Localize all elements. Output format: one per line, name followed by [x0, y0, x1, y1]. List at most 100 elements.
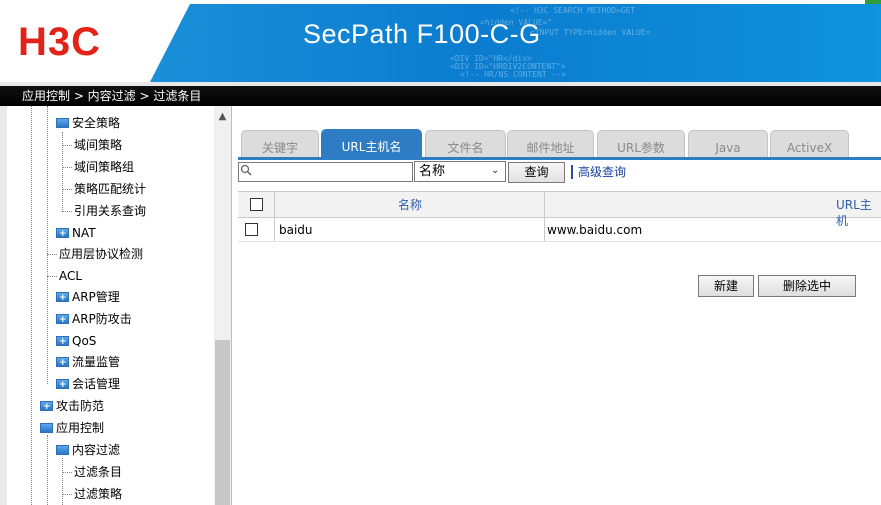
advanced-query-link[interactable]: 高级查询 — [578, 164, 626, 180]
tab-label: URL主机名 — [341, 140, 402, 154]
tab-label: ActiveX — [786, 141, 833, 155]
tree-line — [47, 254, 57, 255]
sidebar-item-alg[interactable]: 应用层协议检测 — [59, 244, 143, 264]
logo-area: H3C — [0, 0, 170, 82]
product-title: SecPath F100-C-G — [303, 19, 541, 49]
tab-email-address[interactable]: 邮件地址 — [507, 130, 594, 158]
tree-line — [62, 167, 72, 168]
sidebar-item-label: ARP防攻击 — [72, 312, 132, 326]
sidebar-item-filter-policy[interactable]: 过滤策略 — [74, 484, 122, 504]
folder-plus-icon — [56, 353, 69, 373]
sidebar-item-label: NAT — [72, 226, 96, 240]
sidebar-item-label: 内容过滤 — [72, 443, 121, 457]
sidebar-item-label: 会话管理 — [72, 377, 121, 391]
top-strip — [0, 0, 881, 4]
chevron-down-icon[interactable]: ⌄ — [491, 165, 499, 176]
sidebar-item-acl[interactable]: ACL — [59, 266, 82, 286]
tree-line — [62, 458, 63, 505]
sidebar-item-label: 策略匹配统计 — [74, 182, 147, 196]
sidebar-item-policy-match-stats[interactable]: 策略匹配统计 — [74, 179, 146, 199]
folder-plus-icon — [56, 310, 69, 330]
sidebar-item-reference-query[interactable]: 引用关系查询 — [74, 201, 146, 221]
tree-line — [62, 211, 72, 212]
sidebar-item-nat[interactable]: NAT — [56, 223, 96, 244]
scrollbar-thumb[interactable] — [215, 340, 230, 505]
search-input[interactable] — [238, 162, 413, 182]
tab-label: 关键字 — [261, 141, 298, 155]
tree-line — [62, 472, 72, 473]
sidebar-item-arp-management[interactable]: ARP管理 — [56, 287, 120, 308]
tab-java[interactable]: Java — [688, 130, 768, 158]
sidebar-item-interzone-policy[interactable]: 域间策略 — [74, 135, 122, 155]
folder-open-icon — [40, 423, 53, 433]
tree-line — [47, 435, 48, 505]
tab-url-hostname[interactable]: URL主机名 — [321, 129, 422, 158]
tab-underline — [238, 157, 881, 160]
row-checkbox[interactable] — [245, 223, 258, 236]
sidebar-item-label: 应用层协议检测 — [59, 247, 144, 261]
top-accent — [865, 0, 881, 4]
tree-line — [47, 106, 48, 384]
sidebar-item-label: 过滤策略 — [74, 487, 123, 501]
sidebar-item-qos[interactable]: QoS — [56, 331, 97, 352]
tab-label: 文件名 — [447, 141, 484, 155]
sidebar-item-label: QoS — [72, 334, 97, 348]
sidebar-item-application-control[interactable]: 应用控制 — [40, 418, 104, 438]
folder-plus-icon — [56, 224, 69, 244]
query-button[interactable]: 查询 — [508, 162, 565, 183]
sidebar-item-label: 过滤条目 — [74, 465, 123, 479]
tab-filename[interactable]: 文件名 — [425, 130, 506, 158]
breadcrumb: 应用控制 > 内容过滤 > 过滤条目 — [22, 89, 202, 103]
tree-line — [62, 132, 63, 212]
sidebar-item-label: 安全策略 — [72, 116, 121, 130]
new-button[interactable]: 新建 — [698, 275, 754, 297]
folder-open-icon — [56, 445, 69, 455]
advanced-separator — [571, 165, 573, 179]
tab-activex[interactable]: ActiveX — [770, 130, 849, 158]
search-field-value: 名称 — [419, 164, 446, 179]
sidebar-item-security-policy[interactable]: 安全策略 — [56, 113, 120, 133]
sidebar-item-attack-defense[interactable]: 攻击防范 — [40, 396, 105, 417]
sidebar-item-label: ACL — [59, 269, 83, 283]
banner-code-line: <INPUT TYPE=hidden VALUE= — [530, 28, 651, 37]
folder-open-icon — [56, 118, 69, 128]
tree-line — [62, 494, 72, 495]
folder-plus-icon — [56, 375, 69, 395]
sidebar-item-label: 应用控制 — [56, 421, 105, 435]
sidebar-item-arp-attack-defense[interactable]: ARP防攻击 — [56, 309, 132, 330]
sidebar-gutter — [0, 106, 7, 505]
sidebar-item-traffic-monitor[interactable]: 流量监管 — [56, 352, 121, 373]
cell-name: baidu — [279, 223, 313, 237]
tab-label: 邮件地址 — [526, 141, 575, 155]
sidebar-item-label: 引用关系查询 — [74, 204, 147, 218]
header-banner: <!-- H3C SEARCH METHOD=GET =hidden VALUE… — [150, 4, 881, 82]
tree-line — [62, 145, 72, 146]
tree-line — [31, 106, 32, 505]
scroll-up-icon[interactable]: ▲ — [214, 108, 231, 125]
search-icon — [240, 164, 252, 176]
folder-plus-icon — [40, 397, 53, 417]
sidebar-item-label: 流量监管 — [72, 355, 121, 369]
column-header-name[interactable]: 名称 — [398, 197, 422, 213]
sidebar-item-interzone-policy-group[interactable]: 域间策略组 — [74, 157, 134, 177]
sidebar-item-label: 域间策略 — [74, 138, 123, 152]
delete-selected-button[interactable]: 删除选中 — [758, 275, 856, 297]
header: H3C <!-- H3C SEARCH METHOD=GET =hidden V… — [0, 0, 881, 82]
banner-code-line: <!-- H3C SEARCH METHOD=GET — [510, 6, 636, 15]
banner-code-line: <!-- HR/NS CONTENT --> — [460, 70, 566, 79]
sidebar-item-filter-entries[interactable]: 过滤条目 — [74, 462, 122, 482]
tab-keyword[interactable]: 关键字 — [241, 130, 319, 158]
sidebar-item-label: 域间策略组 — [74, 160, 135, 174]
sidebar-item-content-filter[interactable]: 内容过滤 — [56, 440, 120, 460]
select-all-checkbox[interactable] — [250, 198, 263, 211]
sidebar-item-session-management[interactable]: 会话管理 — [56, 374, 121, 395]
tree-line — [47, 276, 57, 277]
sidebar-item-label: 攻击防范 — [56, 399, 105, 413]
tree-line — [62, 189, 72, 190]
tab-label: URL参数 — [617, 141, 665, 155]
sidebar-item-label: ARP管理 — [72, 290, 120, 304]
h3c-logo: H3C — [18, 20, 102, 64]
tab-url-parameter[interactable]: URL参数 — [597, 130, 685, 158]
folder-plus-icon — [56, 288, 69, 308]
folder-plus-icon — [56, 332, 69, 352]
